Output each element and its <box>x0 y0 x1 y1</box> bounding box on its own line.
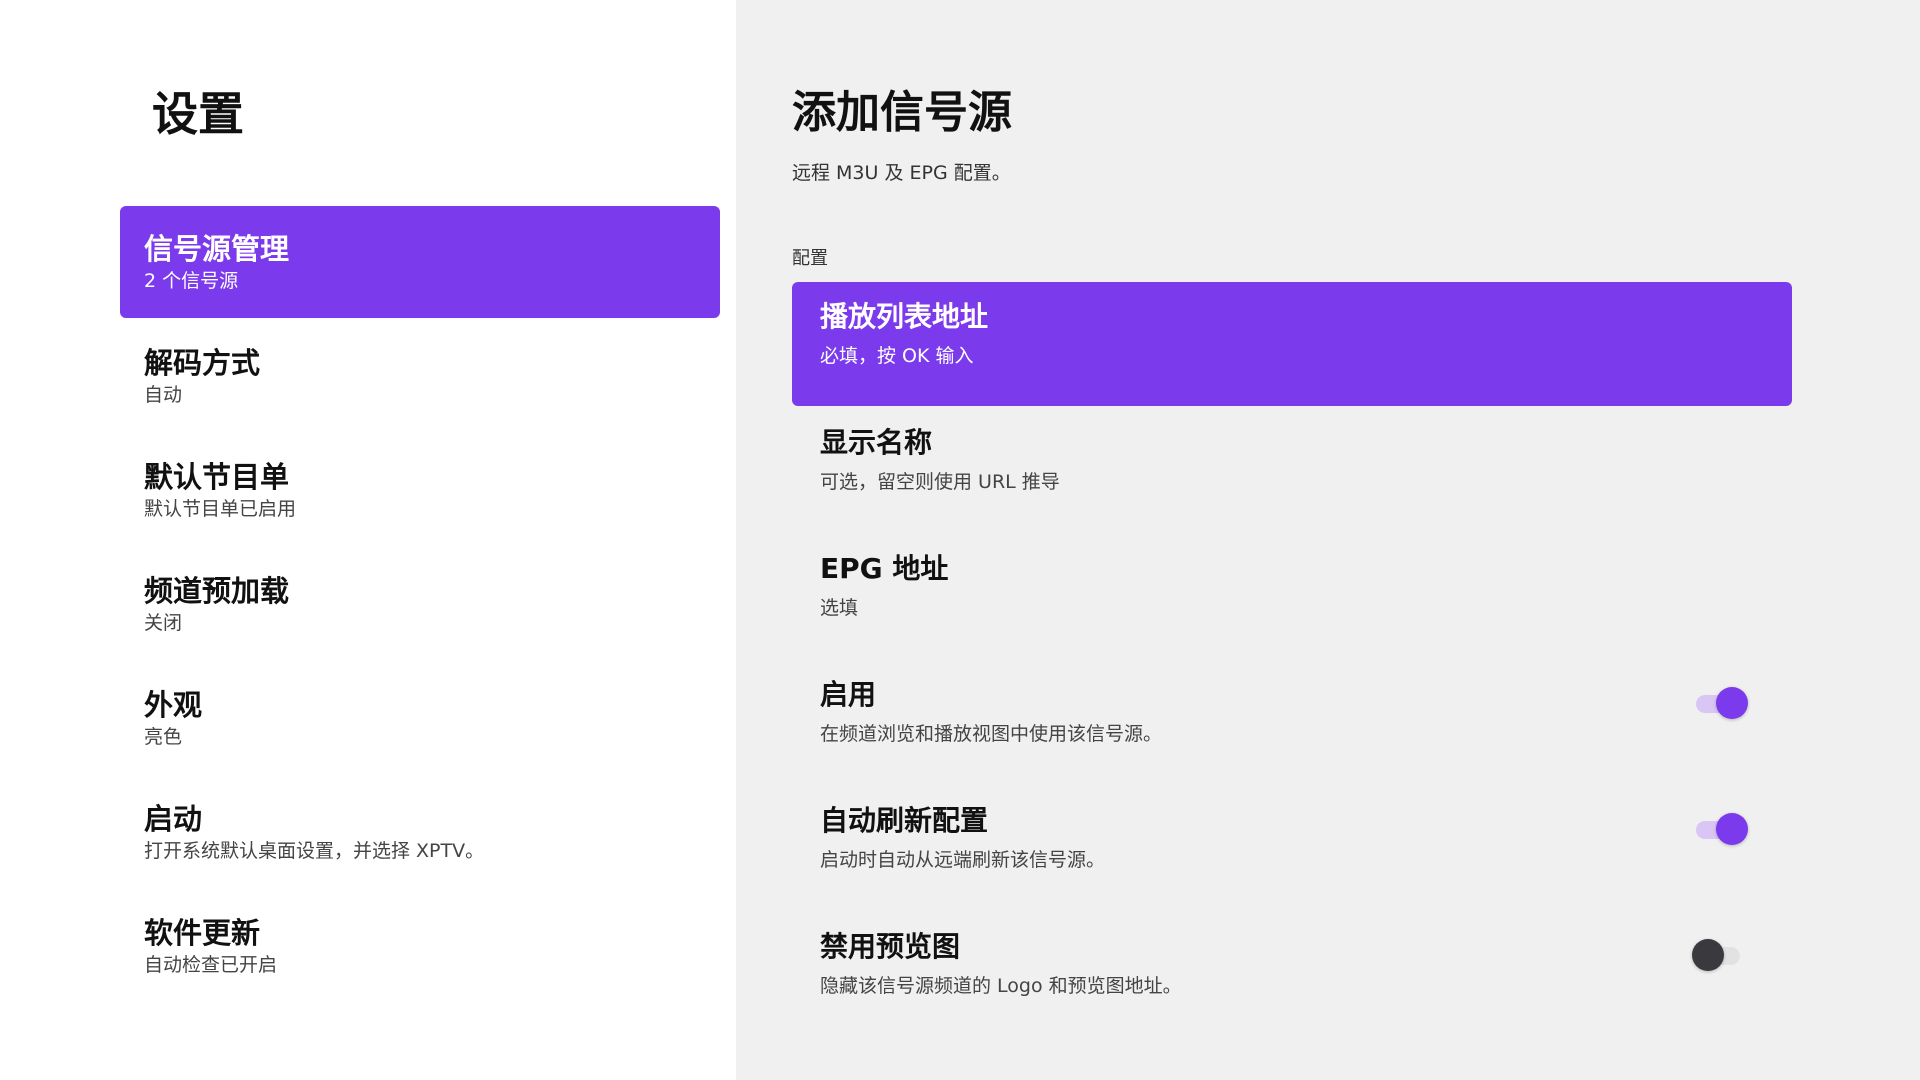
disable-preview-row[interactable]: 禁用预览图 隐藏该信号源频道的 Logo 和预览图地址。 <box>792 912 1792 1036</box>
settings-sidebar: 设置 信号源管理 2 个信号源 解码方式 自动 默认节目单 默认节目单已启用 频… <box>0 0 736 1080</box>
row-label: EPG 地址 <box>820 552 949 585</box>
page-title: 添加信号源 <box>792 87 1012 138</box>
row-sub: 必填，按 OK 输入 <box>820 345 974 367</box>
menu-item-sub: 亮色 <box>144 726 183 748</box>
settings-menu: 信号源管理 2 个信号源 解码方式 自动 默认节目单 默认节目单已启用 频道预加… <box>120 206 720 1004</box>
row-label: 禁用预览图 <box>820 930 961 963</box>
menu-item-sub: 自动检查已开启 <box>144 954 278 976</box>
enable-toggle[interactable] <box>1692 686 1748 720</box>
toggle-thumb <box>1692 939 1724 971</box>
playlist-url-field[interactable]: 播放列表地址 必填，按 OK 输入 <box>792 282 1792 406</box>
menu-item-label: 默认节目单 <box>144 460 290 494</box>
row-sub: 可选，留空则使用 URL 推导 <box>820 471 1060 493</box>
row-label: 启用 <box>820 678 877 711</box>
enable-row[interactable]: 启用 在频道浏览和播放视图中使用该信号源。 <box>792 660 1792 784</box>
settings-title: 设置 <box>152 87 244 141</box>
menu-item-sources[interactable]: 信号源管理 2 个信号源 <box>120 206 720 318</box>
menu-item-label: 频道预加载 <box>144 574 290 608</box>
row-label: 自动刷新配置 <box>820 804 989 837</box>
menu-item-decoding[interactable]: 解码方式 自动 <box>120 320 720 432</box>
row-sub: 隐藏该信号源频道的 Logo 和预览图地址。 <box>820 975 1182 997</box>
menu-item-label: 解码方式 <box>144 346 261 380</box>
menu-item-label: 外观 <box>144 688 203 722</box>
menu-item-label: 启动 <box>144 802 203 836</box>
epg-url-field[interactable]: EPG 地址 选填 <box>792 534 1792 658</box>
config-list: 播放列表地址 必填，按 OK 输入 显示名称 可选，留空则使用 URL 推导 E… <box>792 282 1792 1038</box>
add-source-panel: 添加信号源 远程 M3U 及 EPG 配置。 配置 播放列表地址 必填，按 OK… <box>736 0 1920 1080</box>
row-sub: 在频道浏览和播放视图中使用该信号源。 <box>820 723 1163 745</box>
menu-item-appearance[interactable]: 外观 亮色 <box>120 662 720 774</box>
menu-item-sub: 关闭 <box>144 612 183 634</box>
menu-item-sub: 默认节目单已启用 <box>144 498 297 520</box>
menu-item-sub: 2 个信号源 <box>144 270 239 292</box>
settings-screen: 设置 信号源管理 2 个信号源 解码方式 自动 默认节目单 默认节目单已启用 频… <box>0 0 1920 1080</box>
menu-item-update[interactable]: 软件更新 自动检查已开启 <box>120 890 720 1002</box>
menu-item-sub: 打开系统默认桌面设置，并选择 XPTV。 <box>144 840 485 862</box>
section-label: 配置 <box>792 248 828 269</box>
menu-item-label: 信号源管理 <box>144 232 290 266</box>
display-name-field[interactable]: 显示名称 可选，留空则使用 URL 推导 <box>792 408 1792 532</box>
page-description: 远程 M3U 及 EPG 配置。 <box>792 162 1011 184</box>
menu-item-startup[interactable]: 启动 打开系统默认桌面设置，并选择 XPTV。 <box>120 776 720 888</box>
menu-item-sub: 自动 <box>144 384 183 406</box>
row-sub: 启动时自动从远端刷新该信号源。 <box>820 849 1106 871</box>
disable-preview-toggle[interactable] <box>1692 938 1748 972</box>
auto-refresh-toggle[interactable] <box>1692 812 1748 846</box>
menu-item-label: 软件更新 <box>144 916 261 950</box>
toggle-thumb <box>1716 813 1748 845</box>
row-sub: 选填 <box>820 597 859 619</box>
auto-refresh-row[interactable]: 自动刷新配置 启动时自动从远端刷新该信号源。 <box>792 786 1792 910</box>
menu-item-preload[interactable]: 频道预加载 关闭 <box>120 548 720 660</box>
row-label: 显示名称 <box>820 426 933 459</box>
toggle-thumb <box>1716 687 1748 719</box>
row-label: 播放列表地址 <box>820 300 989 333</box>
menu-item-default-epg[interactable]: 默认节目单 默认节目单已启用 <box>120 434 720 546</box>
